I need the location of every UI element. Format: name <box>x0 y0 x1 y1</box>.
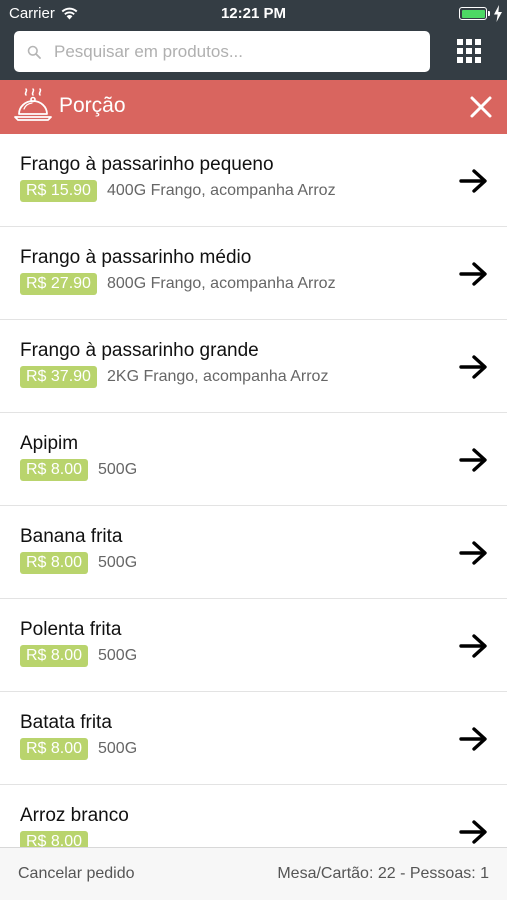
price-badge: R$ 8.00 <box>20 831 89 847</box>
product-description: 500G <box>98 647 138 664</box>
product-name: Batata frita <box>20 712 112 733</box>
close-icon <box>470 96 492 118</box>
category-title: Porção <box>59 94 126 117</box>
arrow-right-icon[interactable] <box>459 447 489 473</box>
product-row[interactable]: Frango à passarinho grande R$ 37.90 2KG Fr… <box>0 320 507 413</box>
product-row[interactable]: Polenta frita R$ 8.00 500G <box>0 599 507 692</box>
cloche-icon <box>14 88 52 121</box>
product-row[interactable]: Frango à passarinho médio R$ 27.90 800G Fr… <box>0 227 507 320</box>
charging-bolt-icon <box>494 5 502 22</box>
search-bar[interactable] <box>14 31 430 72</box>
product-row[interactable]: Arroz branco R$ 8.00 <box>0 785 507 847</box>
product-row[interactable]: Banana frita R$ 8.00 500G <box>0 506 507 599</box>
battery-level <box>461 9 485 18</box>
search-icon <box>14 45 54 59</box>
price-badge: R$ 15.90 <box>20 180 97 202</box>
top-bar: Carrier 12:21 PM <box>0 0 507 80</box>
price-badge: R$ 8.00 <box>20 645 89 667</box>
arrow-right-icon[interactable] <box>459 819 489 845</box>
search-input[interactable] <box>54 41 414 62</box>
product-description: 2KG Frango, acompanha Arroz <box>107 368 329 385</box>
price-badge: R$ 37.90 <box>20 366 97 388</box>
category-header: Porção <box>0 80 507 134</box>
product-description: 500G <box>98 554 138 571</box>
product-name: Arroz branco <box>20 805 129 826</box>
product-name: Apipim <box>20 433 79 454</box>
price-badge: R$ 8.00 <box>20 552 89 574</box>
product-row[interactable]: Frango à passarinho pequeno R$ 15.90 400G … <box>0 134 507 227</box>
product-name: Frango à passarinho médio <box>20 247 252 268</box>
status-time: 12:21 PM <box>220 5 287 22</box>
price-badge: R$ 27.90 <box>20 273 97 295</box>
status-bar: Carrier 12:21 PM <box>0 0 507 28</box>
product-name: Banana frita <box>20 526 123 547</box>
product-description: 500G <box>98 461 138 478</box>
price-badge: R$ 8.00 <box>20 459 89 481</box>
battery-tip <box>488 11 490 16</box>
close-button[interactable] <box>467 93 495 121</box>
arrow-right-icon[interactable] <box>459 726 489 752</box>
arrow-right-icon[interactable] <box>459 633 489 659</box>
arrow-right-icon[interactable] <box>459 354 489 380</box>
product-name: Frango à passarinho pequeno <box>20 154 274 175</box>
product-row[interactable]: Apipim R$ 8.00 500G <box>0 413 507 506</box>
arrow-right-icon[interactable] <box>459 540 489 566</box>
product-description: 500G <box>98 740 138 757</box>
battery-icon <box>459 7 487 20</box>
product-row[interactable]: Batata frita R$ 8.00 500G <box>0 692 507 785</box>
grid-menu-button[interactable] <box>449 31 489 71</box>
price-badge: R$ 8.00 <box>20 738 89 760</box>
product-description: 800G Frango, acompanha Arroz <box>107 275 336 292</box>
arrow-right-icon[interactable] <box>459 261 489 287</box>
product-name: Frango à passarinho grande <box>20 340 259 361</box>
product-list[interactable]: Frango à passarinho pequeno R$ 15.90 400G … <box>0 134 507 847</box>
product-name: Polenta frita <box>20 619 122 640</box>
arrow-right-icon[interactable] <box>459 168 489 194</box>
grid-icon <box>457 39 481 63</box>
footer-bar: Cancelar pedido Mesa/Cartão: 22 - Pessoa… <box>0 847 507 900</box>
cancel-order-button[interactable]: Cancelar pedido <box>18 865 135 883</box>
product-description: 400G Frango, acompanha Arroz <box>107 182 336 199</box>
table-info: Mesa/Cartão: 22 - Pessoas: 1 <box>277 865 489 882</box>
